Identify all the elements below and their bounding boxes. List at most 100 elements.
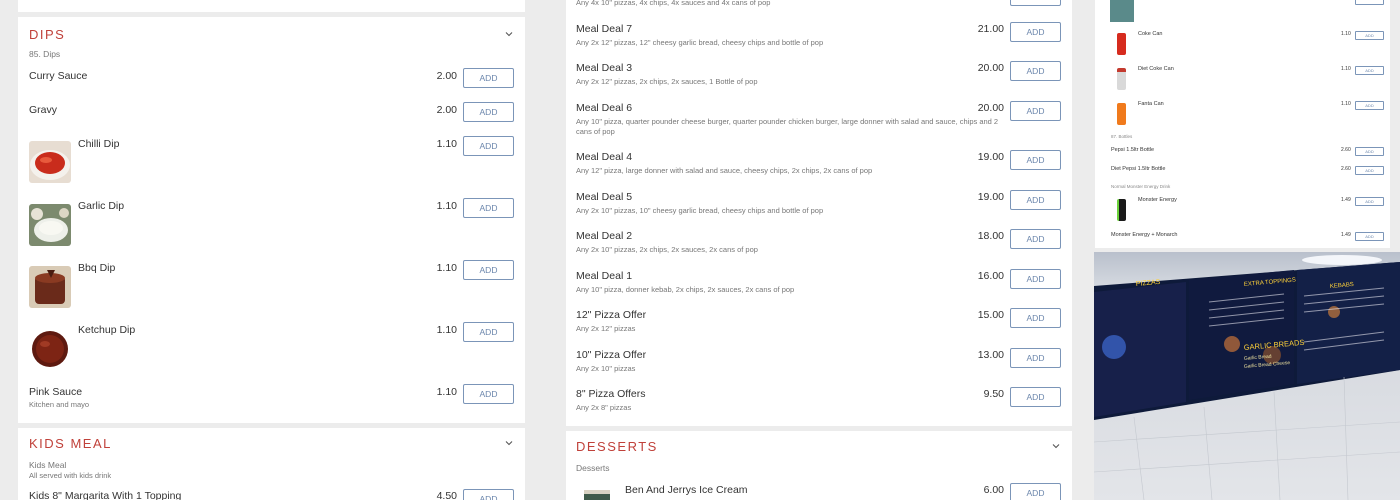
add-button[interactable]: ADD bbox=[463, 322, 514, 342]
add-button[interactable]: ADD bbox=[1010, 308, 1061, 328]
item-name: Gravy bbox=[29, 104, 58, 116]
chevron-down-icon[interactable] bbox=[504, 438, 514, 448]
add-button[interactable]: ADD bbox=[1010, 483, 1061, 500]
item-name: Garlic Dip bbox=[78, 200, 125, 212]
section-note: All served with kids drink bbox=[29, 471, 112, 480]
add-button[interactable]: ADD bbox=[1010, 22, 1061, 42]
item-price: 16.00 bbox=[977, 270, 1004, 282]
item-name: Coke Can bbox=[1138, 31, 1163, 37]
top-card-stub bbox=[18, 0, 525, 12]
item-price: 2.00 bbox=[436, 104, 457, 116]
item-description: Any 10" pizza, quarter pounder cheese bu… bbox=[576, 117, 999, 136]
add-button[interactable]: ADD bbox=[1355, 147, 1384, 156]
item-name: Monster Energy bbox=[1138, 197, 1177, 203]
add-button[interactable]: ADD bbox=[1010, 101, 1061, 121]
add-button-partial[interactable] bbox=[1355, 0, 1384, 5]
item-description: Any 2x 12" pizzas bbox=[576, 324, 636, 333]
item-price: 1.10 bbox=[436, 262, 457, 274]
garlic-dip-image bbox=[29, 204, 71, 246]
add-button[interactable]: ADD bbox=[1355, 232, 1384, 241]
item-price: 1.10 bbox=[1341, 66, 1351, 72]
kids-meal-header[interactable]: KIDS MEAL bbox=[29, 428, 514, 458]
section-subtitle: 85. Dips bbox=[29, 49, 61, 59]
chilli-dip-image bbox=[29, 141, 71, 183]
item-price: 2.60 bbox=[1341, 147, 1351, 153]
add-button[interactable]: ADD bbox=[463, 136, 514, 156]
item-description: Any 10" pizza, donner kebab, 2x chips, 2… bbox=[576, 285, 795, 294]
item-price: 2.00 bbox=[436, 70, 457, 82]
add-button[interactable]: ADD bbox=[1355, 31, 1384, 40]
item-name: Meal Deal 2 bbox=[576, 230, 633, 242]
chevron-down-icon[interactable] bbox=[504, 29, 514, 39]
drink-image-top bbox=[1110, 0, 1134, 22]
add-button[interactable]: ADD bbox=[1355, 101, 1384, 110]
add-button[interactable]: ADD bbox=[1010, 269, 1061, 289]
item-price: 20.00 bbox=[977, 102, 1004, 114]
section-subtitle: Desserts bbox=[576, 463, 610, 473]
shop-menu-board-photo: PIZZAS EXTRA TOPPINGS KEBABS GARLIC BREA… bbox=[1094, 252, 1400, 500]
item-name: Meal Deal 4 bbox=[576, 151, 633, 163]
can-icon bbox=[1117, 103, 1126, 125]
item-name: Kids 8" Margarita With 1 Topping bbox=[29, 490, 182, 500]
ice-cream-image bbox=[580, 486, 614, 500]
item-price: 1.10 bbox=[436, 200, 457, 212]
item-description: Any 2x 10" pizzas, 2x chips, 2x sauces, … bbox=[576, 245, 758, 254]
item-price: 19.00 bbox=[977, 191, 1004, 203]
section-title: KIDS MEAL bbox=[29, 435, 112, 451]
chevron-down-icon[interactable] bbox=[1051, 441, 1061, 451]
add-button[interactable]: ADD bbox=[1355, 197, 1384, 206]
item-price: 1.10 bbox=[436, 386, 457, 398]
section-subtitle: Kids Meal bbox=[29, 460, 67, 470]
item-name: 12" Pizza Offer bbox=[576, 309, 647, 321]
add-button-partial[interactable] bbox=[1010, 0, 1061, 6]
item-name: Monster Energy + Monarch bbox=[1111, 232, 1178, 238]
add-button[interactable]: ADD bbox=[463, 260, 514, 280]
item-price: 1.10 bbox=[1341, 101, 1351, 107]
item-price: 1.10 bbox=[1341, 31, 1351, 37]
add-button[interactable]: ADD bbox=[463, 68, 514, 88]
add-button[interactable]: ADD bbox=[463, 489, 514, 500]
item-description: Any 2x 10" pizzas, 10" cheesy garlic bre… bbox=[576, 206, 824, 215]
item-price: 6.00 bbox=[983, 484, 1004, 496]
dips-header[interactable]: DIPS bbox=[29, 19, 514, 49]
item-name: Diet Pepsi 1.5ltr Bottle bbox=[1111, 166, 1166, 172]
meal-deals-section: Any 4x 10" pizzas, 4x chips, 4x sauces a… bbox=[566, 0, 1072, 426]
add-button[interactable]: ADD bbox=[1355, 166, 1384, 175]
item-name: Fanta Can bbox=[1138, 101, 1164, 107]
add-button[interactable]: ADD bbox=[1010, 150, 1061, 170]
item-price: 1.10 bbox=[436, 324, 457, 336]
add-button[interactable]: ADD bbox=[1010, 229, 1061, 249]
add-button[interactable]: ADD bbox=[463, 384, 514, 404]
item-price: 15.00 bbox=[977, 309, 1004, 321]
item-description: Any 12" pizza, large donner with salad a… bbox=[576, 166, 873, 175]
item-name: Ketchup Dip bbox=[78, 324, 136, 336]
item-name: Meal Deal 3 bbox=[576, 62, 633, 74]
item-name: Diet Coke Can bbox=[1138, 66, 1174, 72]
add-button[interactable]: ADD bbox=[1010, 61, 1061, 81]
bbq-dip-image bbox=[29, 266, 71, 308]
item-name: Meal Deal 6 bbox=[576, 102, 633, 114]
add-button[interactable]: ADD bbox=[463, 198, 514, 218]
item-price: 1.49 bbox=[1341, 232, 1351, 238]
item-price: 9.50 bbox=[983, 388, 1004, 400]
item-name: Meal Deal 1 bbox=[576, 270, 633, 282]
section-title: DIPS bbox=[29, 26, 66, 42]
add-button[interactable]: ADD bbox=[1010, 190, 1061, 210]
item-price: 20.00 bbox=[977, 62, 1004, 74]
add-button[interactable]: ADD bbox=[1010, 348, 1061, 368]
add-button[interactable]: ADD bbox=[1010, 387, 1061, 407]
section-subtitle: 87. Bottles bbox=[1111, 134, 1133, 139]
item-price: 21.00 bbox=[977, 23, 1004, 35]
drinks-menu-thumbnail: Coke Can 1.10 ADD Diet Coke Can 1.10 ADD… bbox=[1095, 0, 1390, 248]
kids-meal-section: KIDS MEAL Kids Meal All served with kids… bbox=[18, 428, 525, 500]
item-description: Kitchen and mayo bbox=[29, 400, 90, 409]
add-button[interactable]: ADD bbox=[1355, 66, 1384, 75]
item-description: Any 4x 10" pizzas, 4x chips, 4x sauces a… bbox=[576, 0, 771, 7]
item-name: Pepsi 1.5ltr Bottle bbox=[1111, 147, 1155, 153]
desserts-header[interactable]: DESSERTS bbox=[576, 431, 1061, 461]
can-icon bbox=[1117, 33, 1126, 55]
item-price: 13.00 bbox=[977, 349, 1004, 361]
section-subtitle: Normal Monster Energy Drink bbox=[1111, 184, 1171, 189]
add-button[interactable]: ADD bbox=[463, 102, 514, 122]
item-name: 10" Pizza Offer bbox=[576, 349, 647, 361]
